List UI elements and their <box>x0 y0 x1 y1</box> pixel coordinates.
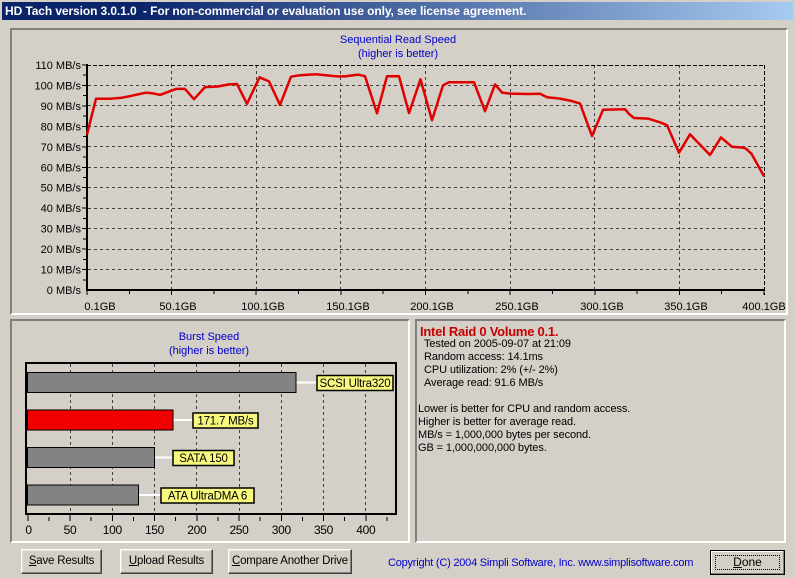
svg-text:ATA UltraDMA 6: ATA UltraDMA 6 <box>168 491 247 503</box>
svg-text:(higher is better): (higher is better) <box>169 345 249 357</box>
svg-text:150.1GB: 150.1GB <box>326 301 369 313</box>
svg-text:40 MB/s: 40 MB/s <box>41 203 82 215</box>
svg-text:300.1GB: 300.1GB <box>580 301 623 313</box>
svg-text:250.1GB: 250.1GB <box>495 301 538 313</box>
svg-text:20 MB/s: 20 MB/s <box>41 244 82 256</box>
svg-text:100: 100 <box>103 523 123 537</box>
svg-text:30 MB/s: 30 MB/s <box>41 224 82 236</box>
svg-text:50 MB/s: 50 MB/s <box>41 183 82 195</box>
svg-text:90 MB/s: 90 MB/s <box>41 101 82 113</box>
svg-text:SATA 150: SATA 150 <box>179 453 227 465</box>
svg-text:200: 200 <box>187 523 207 537</box>
svg-text:50: 50 <box>64 523 77 537</box>
svg-text:350.1GB: 350.1GB <box>664 301 707 313</box>
svg-text:110 MB/s: 110 MB/s <box>35 60 81 72</box>
svg-text:400.1GB: 400.1GB <box>742 301 785 313</box>
svg-text:0: 0 <box>25 523 32 537</box>
svg-text:200.1GB: 200.1GB <box>410 301 453 313</box>
svg-text:80 MB/s: 80 MB/s <box>41 121 82 133</box>
svg-text:0 MB/s: 0 MB/s <box>47 285 82 297</box>
svg-text:0.1GB: 0.1GB <box>84 301 115 313</box>
svg-text:(higher is better): (higher is better) <box>358 48 438 60</box>
svg-text:70 MB/s: 70 MB/s <box>41 142 82 154</box>
svg-text:400: 400 <box>356 523 376 537</box>
svg-text:150: 150 <box>145 523 165 537</box>
svg-text:SCSI Ultra320: SCSI Ultra320 <box>320 378 391 390</box>
svg-text:300: 300 <box>272 523 292 537</box>
svg-text:100 MB/s: 100 MB/s <box>35 81 82 93</box>
svg-text:Burst Speed: Burst Speed <box>179 331 240 343</box>
svg-text:60 MB/s: 60 MB/s <box>41 162 82 174</box>
svg-text:Sequential Read Speed: Sequential Read Speed <box>340 34 456 46</box>
svg-text:250: 250 <box>229 523 249 537</box>
svg-text:10 MB/s: 10 MB/s <box>41 265 82 277</box>
svg-text:171.7 MB/s: 171.7 MB/s <box>197 416 254 428</box>
svg-text:100.1GB: 100.1GB <box>241 301 284 313</box>
svg-text:350: 350 <box>314 523 334 537</box>
svg-text:50.1GB: 50.1GB <box>159 301 196 313</box>
